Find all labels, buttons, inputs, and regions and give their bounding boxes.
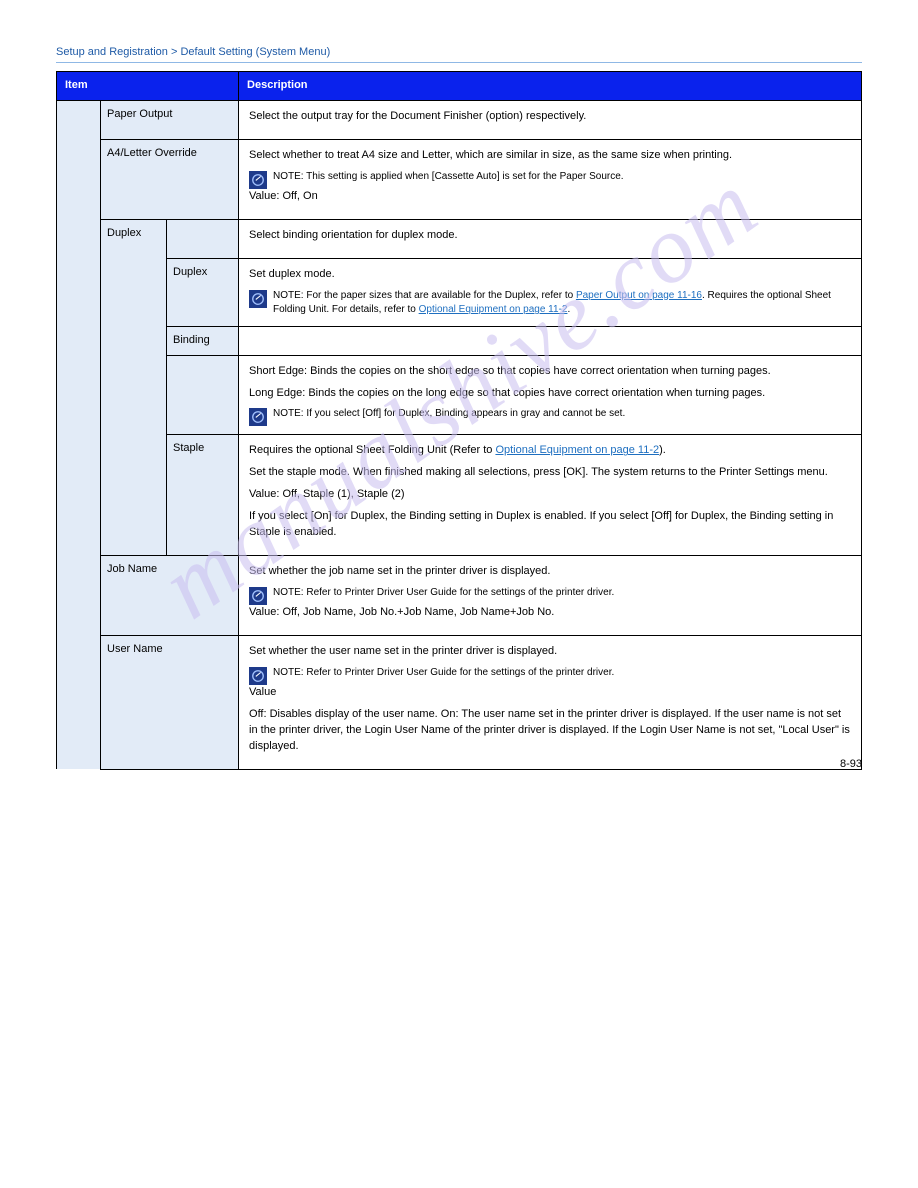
row-binding-values: Short Edge: Binds the copies on the shor… <box>57 355 862 435</box>
note-icon <box>249 587 267 605</box>
col-desc: Description <box>239 72 862 101</box>
note-icon <box>249 290 267 308</box>
page-number: 8-93 <box>840 758 862 770</box>
settings-table: Item Description Paper Output Select the… <box>56 71 862 770</box>
row-duplex-duplex: Duplex Set duplex mode. NOTE: For the pa… <box>57 258 862 326</box>
label-staple: Staple <box>167 435 238 463</box>
staple-values: Value: Off, Staple (1), Staple (2) <box>249 487 851 503</box>
job-name-note: NOTE: Refer to Printer Driver User Guide… <box>273 586 851 601</box>
duplex-sub-desc: Set duplex mode. <box>249 267 851 283</box>
user-name-desc: Set whether the user name set in the pri… <box>249 644 851 660</box>
link-paper-page11[interactable]: Paper Output on page 11-16 <box>576 290 702 301</box>
header-rule <box>56 62 862 63</box>
user-name-desc2: Value <box>249 685 851 701</box>
breadcrumb: Setup and Registration > Default Setting… <box>56 46 862 58</box>
staple-desc-3: If you select [On] for Duplex, the Bindi… <box>249 509 851 541</box>
row-paper-output: Paper Output Select the output tray for … <box>57 100 862 139</box>
label-duplex-heading <box>167 220 238 248</box>
job-name-desc: Set whether the job name set in the prin… <box>249 564 851 580</box>
row-user-name: User Name Set whether the user name set … <box>57 636 862 770</box>
row-a4-letter: A4/Letter Override Select whether to tre… <box>57 139 862 219</box>
staple-desc-2: Set the staple mode. When finished makin… <box>249 465 851 481</box>
label-binding: Binding <box>167 327 238 355</box>
job-name-values: Value: Off, Job Name, Job No.+Job Name, … <box>249 605 851 621</box>
label-duplex: Duplex <box>101 220 166 248</box>
note-icon <box>249 408 267 426</box>
label-duplex-sub: Duplex <box>167 259 238 287</box>
row-staple: Staple Requires the optional Sheet Foldi… <box>57 435 862 556</box>
col-item: Item <box>57 72 239 101</box>
row-binding: Binding <box>57 326 862 355</box>
label-binding-blank <box>167 356 238 384</box>
label-paper-output: Paper Output <box>101 101 238 129</box>
staple-desc-1: Requires the optional Sheet Folding Unit… <box>249 443 851 459</box>
paper-output-desc: Select the output tray for the Document … <box>249 109 851 125</box>
a4-letter-desc: Select whether to treat A4 size and Lett… <box>249 148 851 164</box>
note-icon <box>249 667 267 685</box>
label-user-name: User Name <box>101 636 238 664</box>
row-duplex: Duplex Select binding orientation for du… <box>57 219 862 258</box>
label-a4-letter: A4/Letter Override <box>101 140 238 168</box>
link-opt-equipment[interactable]: Optional Equipment on page 11-2 <box>419 304 568 315</box>
note-icon <box>249 171 267 189</box>
a4-letter-values: Value: Off, On <box>249 190 318 202</box>
table-header-row: Item Description <box>57 72 862 101</box>
a4-letter-note: NOTE: This setting is applied when [Cass… <box>273 170 851 185</box>
long-edge-desc: Long Edge: Binds the copies on the long … <box>249 386 851 402</box>
binding-note: NOTE: If you select [Off] for Duplex, Bi… <box>273 407 851 422</box>
user-name-desc3: Off: Disables display of the user name. … <box>249 707 851 755</box>
link-opt-equipment-2[interactable]: Optional Equipment on page 11-2 <box>495 444 659 456</box>
label-job-name: Job Name <box>101 556 238 584</box>
user-name-note: NOTE: Refer to Printer Driver User Guide… <box>273 666 851 681</box>
duplex-desc: Select binding orientation for duplex mo… <box>249 228 851 244</box>
duplex-sub-note: NOTE: For the paper sizes that are avail… <box>273 289 851 318</box>
short-edge-desc: Short Edge: Binds the copies on the shor… <box>249 364 851 380</box>
row-job-name: Job Name Set whether the job name set in… <box>57 556 862 636</box>
